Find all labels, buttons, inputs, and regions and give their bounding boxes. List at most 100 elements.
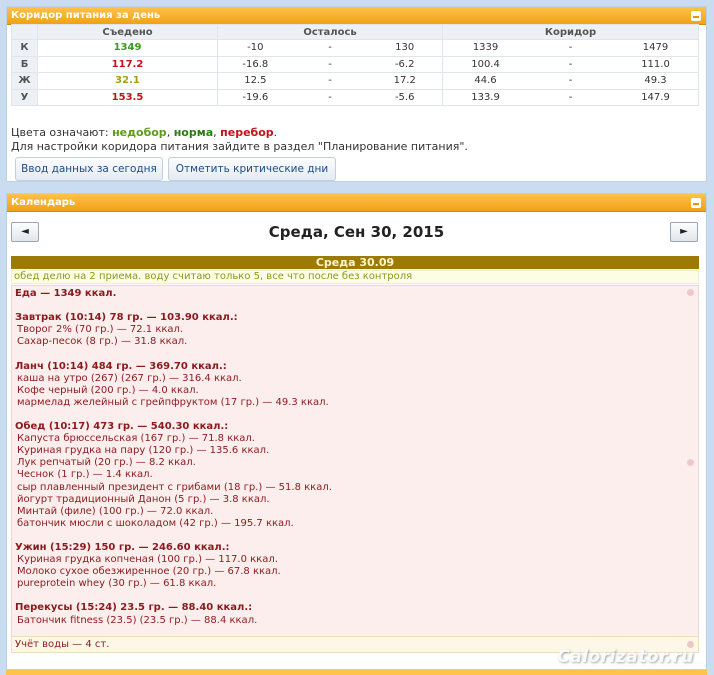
corridor-table: Съедено Осталось Коридор К 1349 -10 - 130 133… (11, 24, 699, 106)
left-min: -16.8 (242, 58, 269, 70)
header-empty (11, 24, 38, 40)
corridor-cell: 133.9 - 147.9 (442, 88, 699, 106)
calendar-panel-title: Календарь (11, 197, 76, 208)
food-item: Чеснок (1 гр.) — 1.4 ккал. (17, 469, 153, 481)
header-corridor: Коридор (442, 24, 699, 40)
corridor-min: 44.6 (474, 75, 497, 87)
corridor-panel: Коридор питания за день Съедено Осталось… (6, 6, 707, 182)
left-sep: - (328, 58, 332, 70)
water-text: Учёт воды — 4 ст. (15, 639, 110, 650)
legend-norm: норма (173, 126, 214, 139)
food-item: йогурт традиционный Данон (5 гр.) — 3.8 … (17, 493, 270, 505)
food-item: Сахар-песок (8 гр.) — 31.8 ккал. (17, 336, 188, 348)
row-label: К (11, 39, 38, 57)
food-item: Капуста брюссельская (167 гр.) — 71.8 кк… (17, 433, 255, 445)
food-item: батончик мюсли с шоколадом (42 гр.) — 19… (17, 517, 294, 529)
corridor-cell: 100.4 - 111.0 (442, 55, 699, 73)
eaten-value: 153.5 (37, 88, 218, 106)
left-min: -10 (247, 42, 264, 54)
left-sep: - (328, 75, 332, 87)
food-item: Куриная грудка копченая (100 гр.) — 117.… (17, 554, 278, 566)
row-label: Ж (11, 72, 38, 90)
corridor-min: 1339 (472, 42, 499, 54)
corridor-sep: - (568, 91, 573, 103)
day-note: обед делю на 2 приема. воду считаю тольк… (11, 270, 699, 284)
row-label: У (11, 88, 38, 106)
header-left: Осталось (216, 24, 444, 40)
meal-header: Перекусы (15:24) 23.5 гр. — 88.40 ккал.: (15, 602, 253, 614)
left-max: 17.2 (393, 75, 416, 87)
left-min: 12.5 (244, 75, 267, 87)
food-item: Минтай (филе) (100 гр.) — 72.0 ккал. (17, 505, 214, 517)
prev-day-button[interactable]: ◄ (11, 222, 39, 242)
next-day-button[interactable]: ► (670, 222, 698, 242)
corridor-max: 147.9 (641, 91, 670, 103)
calendar-panel-header: Календарь (7, 194, 706, 212)
food-item: Творог 2% (70 гр.) — 72.1 ккал. (17, 324, 184, 336)
left-sep: - (328, 91, 332, 103)
watermark: Calorizator.ru (557, 647, 694, 667)
food-item: Кофе черный (200 гр.) — 4.0 ккал. (17, 384, 199, 396)
legend-under: недобор (112, 126, 167, 139)
row-label: Б (11, 55, 38, 73)
corridor-legend: Цвета означают: недобор, норма, перебор.… (11, 126, 468, 154)
corridor-cell: 44.6 - 49.3 (442, 72, 699, 90)
bullet-icon (687, 289, 694, 296)
calendar-panel: Календарь Среда, Сен 30, 2015 ◄ ► Среда … (6, 193, 707, 670)
food-item: каша на утро (267) (267 гр.) — 316.4 кка… (17, 372, 242, 384)
food-item: Молоко сухое обезжиренное (20 гр.) — 67.… (17, 566, 281, 578)
food-item: мармелад желейный с грейпфруктом (17 гр.… (17, 396, 329, 408)
corridor-sep: - (568, 58, 573, 70)
corridor-min: 133.9 (471, 91, 500, 103)
eaten-value: 1349 (37, 39, 218, 57)
corridor-max: 1479 (642, 42, 669, 54)
meal-header: Ланч (10:14) 484 гр. — 369.70 ккал.: (15, 360, 227, 372)
meal-header: Завтрак (10:14) 78 гр. — 103.90 ккал.: (15, 312, 238, 324)
meal-header: Ужин (15:29) 150 гр. — 246.60 ккал.: (15, 541, 230, 553)
table-header-row: Съедено Осталось Коридор (11, 24, 699, 40)
collapse-icon[interactable] (691, 11, 701, 21)
corridor-min: 100.4 (471, 58, 500, 70)
calendar-date-title: Среда, Сен 30, 2015 (268, 223, 445, 241)
legend-over: перебор (220, 126, 274, 139)
meal-header: Еда — 1349 ккал. (15, 288, 117, 299)
left-cell: -19.6 - -5.6 (216, 88, 444, 106)
left-min: -19.6 (242, 91, 269, 103)
mark-critical-days-button[interactable]: Отметить критические дни (168, 157, 336, 181)
left-max: 130 (395, 42, 415, 54)
meal-header: Обед (10:17) 473 гр. — 540.30 ккал.: (15, 421, 229, 433)
table-row: Б 117.2 -16.8 - -6.2 100.4 - 111.0 (11, 55, 699, 73)
enter-today-button[interactable]: Ввод данных за сегодня (15, 157, 163, 181)
food-item: Лук репчатый (20 гр.) — 8.2 ккал. (17, 457, 196, 469)
corridor-cell: 1339 - 1479 (442, 39, 699, 57)
food-item: Батончик fitness (23.5) (23.5 гр.) — 88.… (17, 614, 258, 626)
corridor-panel-title: Коридор питания за день (11, 10, 161, 21)
table-row: У 153.5 -19.6 - -5.6 133.9 - 147.9 (11, 88, 699, 106)
arrow-right-icon: ► (680, 226, 688, 237)
eaten-value: 117.2 (37, 55, 218, 73)
collapse-icon[interactable] (691, 198, 701, 208)
corridor-panel-header: Коридор питания за день (7, 7, 706, 25)
left-cell: 12.5 - 17.2 (216, 72, 444, 90)
arrow-left-icon: ◄ (21, 226, 29, 237)
table-row: К 1349 -10 - 130 1339 - 1479 (11, 39, 699, 57)
corridor-max: 49.3 (644, 75, 667, 87)
legend-end: . (273, 126, 278, 139)
corridor-sep: - (568, 42, 573, 54)
food-item: сыр плавленный президент с грибами (18 г… (17, 481, 332, 493)
left-sep: - (328, 42, 332, 54)
left-cell: -10 - 130 (216, 39, 444, 57)
food-item: pureprotein whey (30 гр.) — 61.8 ккал. (17, 578, 217, 590)
next-panel-header (6, 670, 707, 675)
day-bar: Среда 30.09 (11, 256, 699, 269)
eaten-value: 32.1 (37, 72, 218, 90)
header-eaten: Съедено (37, 24, 218, 40)
table-row: Ж 32.1 12.5 - 17.2 44.6 - 49.3 (11, 72, 699, 90)
left-max: -6.2 (394, 58, 415, 70)
corridor-max: 111.0 (641, 58, 670, 70)
